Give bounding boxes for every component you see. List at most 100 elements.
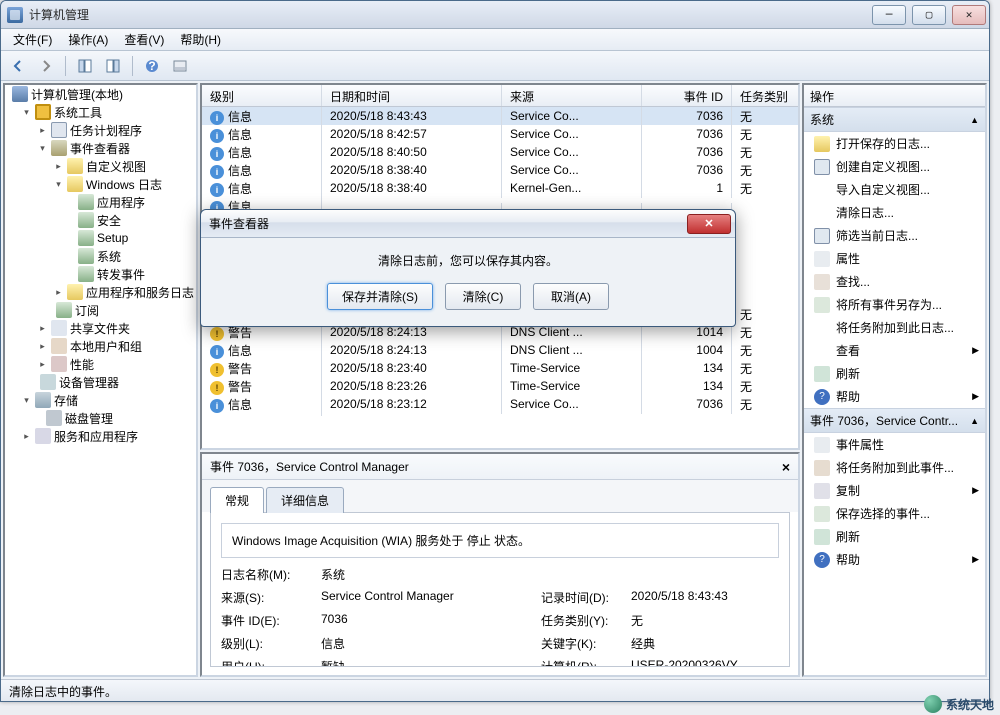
log-icon — [78, 212, 94, 228]
toolbar-separator — [132, 56, 133, 76]
action-help2[interactable]: ?帮助▶ — [804, 548, 985, 571]
column-event-id[interactable]: 事件 ID — [642, 85, 732, 106]
chevron-up-icon: ▲ — [970, 416, 979, 426]
action-create-view[interactable]: 创建自定义视图... — [804, 155, 985, 178]
lbl-level: 级别(L): — [221, 635, 321, 652]
tree-log-security[interactable]: 安全 — [71, 211, 196, 229]
tree-root[interactable]: 计算机管理(本地) — [5, 85, 196, 103]
val-computer: USER-20200326VY — [631, 658, 738, 667]
subscription-icon — [56, 302, 72, 318]
action-section-system[interactable]: 系统▲ — [804, 107, 985, 132]
tools-icon — [35, 104, 51, 120]
maximize-button[interactable]: ▢ — [912, 5, 946, 25]
action-find[interactable]: 查找... — [804, 270, 985, 293]
tree-services-apps[interactable]: ▸服务和应用程序 — [17, 427, 196, 445]
column-level[interactable]: 级别 — [202, 85, 322, 106]
tree-log-application[interactable]: 应用程序 — [71, 193, 196, 211]
tree-device-manager[interactable]: 设备管理器 — [33, 373, 196, 391]
action-refresh2[interactable]: 刷新 — [804, 525, 985, 548]
expand-icon[interactable]: ▸ — [37, 341, 48, 352]
menu-action[interactable]: 操作(A) — [60, 29, 116, 50]
dialog-titlebar: 事件查看器 ✕ — [201, 210, 735, 238]
val-eventid: 7036 — [321, 612, 541, 629]
tree-log-setup[interactable]: Setup — [71, 229, 196, 247]
users-icon — [51, 338, 67, 354]
action-open-saved[interactable]: 打开保存的日志... — [804, 132, 985, 155]
action-attach-task[interactable]: 将任务附加到此日志... — [804, 316, 985, 339]
close-button[interactable]: ✕ — [952, 5, 986, 25]
refresh-icon — [814, 366, 830, 382]
back-button[interactable] — [5, 55, 31, 77]
tree-windows-logs[interactable]: ▾Windows 日志 — [49, 175, 196, 193]
dialog-clear-button[interactable]: 清除(C) — [445, 283, 521, 310]
help-icon: ? — [814, 389, 830, 405]
action-view[interactable]: 查看▶ — [804, 339, 985, 362]
tree-shared-folders[interactable]: ▸共享文件夹 — [33, 319, 196, 337]
lbl-logged: 记录时间(D): — [541, 589, 631, 606]
tree-storage[interactable]: ▾存储 — [17, 391, 196, 409]
menu-view[interactable]: 查看(V) — [116, 29, 172, 50]
tree-disk-management[interactable]: 磁盘管理 — [39, 409, 196, 427]
action-copy[interactable]: 复制▶ — [804, 479, 985, 502]
minimize-button[interactable]: ─ — [872, 5, 906, 25]
action-save-selected[interactable]: 保存选择的事件... — [804, 502, 985, 525]
preview-button[interactable] — [167, 55, 193, 77]
collapse-icon[interactable]: ▾ — [37, 143, 48, 154]
tab-details[interactable]: 详细信息 — [266, 487, 344, 513]
action-help[interactable]: ?帮助▶ — [804, 385, 985, 408]
main-area: 计算机管理(本地) ▾系统工具 ▸任务计划程序 ▾事件查看器 ▸自定义视图 ▾W… — [1, 81, 989, 679]
action-filter-current[interactable]: 筛选当前日志... — [804, 224, 985, 247]
val-level: 信息 — [321, 635, 541, 652]
tree-performance[interactable]: ▸性能 — [33, 355, 196, 373]
collapse-icon[interactable]: ▾ — [53, 179, 64, 190]
tree-local-users[interactable]: ▸本地用户和组 — [33, 337, 196, 355]
action-section-event[interactable]: 事件 7036，Service Contr...▲ — [804, 408, 985, 433]
folder-icon — [67, 158, 83, 174]
filter-icon — [814, 228, 830, 244]
help-button[interactable]: ? — [139, 55, 165, 77]
menu-help[interactable]: 帮助(H) — [172, 29, 229, 50]
detail-close-button[interactable]: × — [782, 459, 790, 475]
column-datetime[interactable]: 日期和时间 — [322, 85, 502, 106]
action-attach-task-event[interactable]: 将任务附加到此事件... — [804, 456, 985, 479]
dialog-cancel-button[interactable]: 取消(A) — [533, 283, 609, 310]
tree-subscriptions[interactable]: 订阅 — [49, 301, 196, 319]
expand-icon[interactable]: ▸ — [21, 431, 32, 442]
tree-system-tools[interactable]: ▾系统工具 — [17, 103, 196, 121]
action-event-properties[interactable]: 事件属性 — [804, 433, 985, 456]
show-hide-action-button[interactable] — [100, 55, 126, 77]
expand-icon[interactable]: ▸ — [37, 359, 48, 370]
tree-log-forwarded[interactable]: 转发事件 — [71, 265, 196, 283]
tree-task-scheduler[interactable]: ▸任务计划程序 — [33, 121, 196, 139]
val-keywords: 经典 — [631, 635, 655, 652]
tree-app-service-logs[interactable]: ▸应用程序和服务日志 — [49, 283, 196, 301]
tree-log-system[interactable]: 系统 — [71, 247, 196, 265]
expand-icon[interactable]: ▸ — [53, 161, 64, 172]
action-import-view[interactable]: 导入自定义视图... — [804, 178, 985, 201]
collapse-icon[interactable]: ▾ — [21, 107, 32, 118]
column-category[interactable]: 任务类别 — [732, 85, 798, 106]
expand-icon[interactable]: ▸ — [53, 287, 64, 298]
shared-folder-icon — [51, 320, 67, 336]
tree-event-viewer[interactable]: ▾事件查看器 — [33, 139, 196, 157]
action-save-all[interactable]: 将所有事件另存为... — [804, 293, 985, 316]
expand-icon[interactable]: ▸ — [37, 323, 48, 334]
dialog-close-button[interactable]: ✕ — [687, 214, 731, 234]
tree-custom-views[interactable]: ▸自定义视图 — [49, 157, 196, 175]
action-clear-log[interactable]: 清除日志... — [804, 201, 985, 224]
table-row[interactable]: i信息2020/5/18 8:23:12Service Co...7036无 — [202, 395, 798, 413]
show-hide-tree-button[interactable] — [72, 55, 98, 77]
log-icon — [78, 194, 94, 210]
tab-general[interactable]: 常规 — [210, 487, 264, 513]
collapse-icon[interactable]: ▾ — [21, 395, 32, 406]
action-properties[interactable]: 属性 — [804, 247, 985, 270]
dialog-save-clear-button[interactable]: 保存并清除(S) — [327, 283, 433, 310]
menu-file[interactable]: 文件(F) — [5, 29, 60, 50]
action-refresh[interactable]: 刷新 — [804, 362, 985, 385]
forward-button[interactable] — [33, 55, 59, 77]
expand-icon[interactable]: ▸ — [37, 125, 48, 136]
column-source[interactable]: 来源 — [502, 85, 642, 106]
properties-icon — [814, 251, 830, 267]
tree-pane[interactable]: 计算机管理(本地) ▾系统工具 ▸任务计划程序 ▾事件查看器 ▸自定义视图 ▾W… — [3, 83, 198, 677]
blank-icon — [814, 320, 830, 336]
